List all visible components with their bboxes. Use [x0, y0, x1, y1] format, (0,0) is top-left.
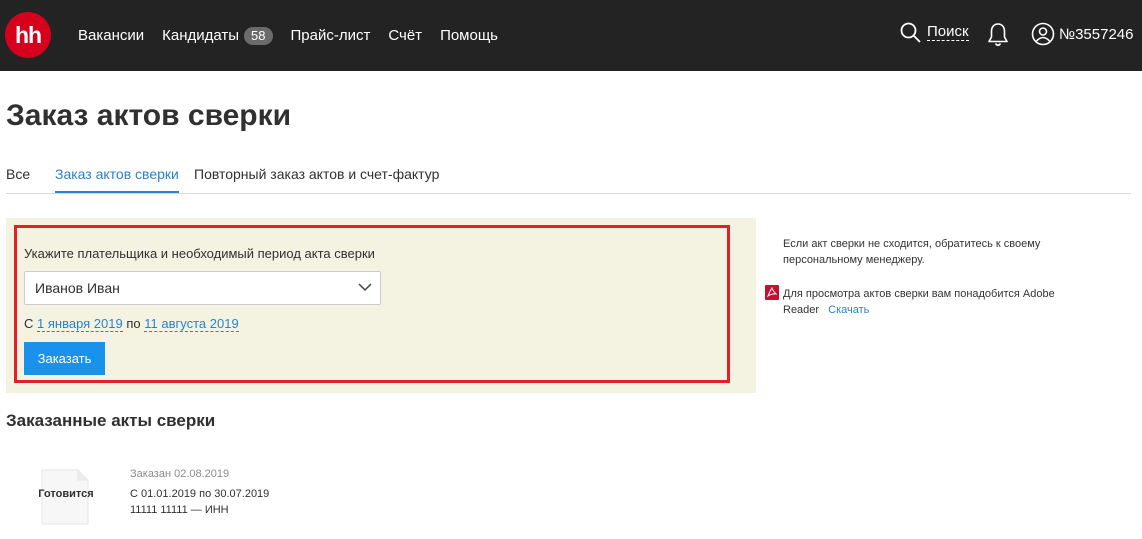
nav-price-list[interactable]: Прайс-лист — [291, 27, 371, 44]
ordered-acts-title: Заказанные акты сверки — [6, 411, 216, 430]
account-number: №3557246 — [1059, 25, 1134, 43]
tab-order-acts[interactable]: Заказ актов сверки — [55, 166, 179, 193]
order-button[interactable]: Заказать — [24, 342, 105, 375]
payer-select-value: Иванов Иван — [35, 280, 120, 296]
search-button[interactable]: Поиск — [900, 22, 969, 43]
nav-account-bill-label: Счёт — [388, 27, 423, 44]
payer-select[interactable]: Иванов Иван — [24, 271, 381, 305]
candidates-count-badge: 58 — [244, 26, 273, 45]
nav-help[interactable]: Помощь — [440, 27, 498, 44]
tabs-bar: Все Заказ актов сверки Повторный заказ а… — [6, 163, 1131, 194]
act-status: Готовится — [38, 488, 94, 500]
order-form-label: Укажите плательщика и необходимый период… — [24, 246, 375, 261]
manager-hint: Если акт сверки не сходится, обратитесь … — [783, 238, 1041, 266]
nav-price-list-label: Прайс-лист — [290, 27, 371, 44]
act-ordered-date: Заказан 02.08.2019 — [130, 468, 230, 480]
adobe-reader-text: Для просмотра актов сверки вам понадобит… — [783, 288, 1055, 316]
account-menu[interactable]: №3557246 — [1031, 22, 1134, 46]
hh-logo[interactable]: hh — [5, 12, 51, 58]
user-icon — [1031, 22, 1055, 46]
act-period: С 01.01.2019 по 30.07.2019 — [130, 488, 270, 500]
chevron-down-icon — [358, 283, 372, 292]
from-date-link[interactable]: 1 января 2019 — [37, 316, 123, 332]
nav-help-label: Помощь — [440, 27, 498, 44]
bell-icon[interactable] — [986, 22, 1010, 48]
nav-candidates[interactable]: Кандидаты 58 — [162, 26, 273, 45]
to-date-link[interactable]: 11 августа 2019 — [144, 316, 239, 332]
main-nav: Вакансии Кандидаты 58 Прайс-лист Счёт По… — [78, 0, 516, 71]
nav-vacancies[interactable]: Вакансии — [78, 27, 144, 44]
page-title: Заказ актов сверки — [6, 99, 292, 132]
download-link[interactable]: Скачать — [828, 304, 869, 316]
order-panel: Укажите плательщика и необходимый период… — [6, 218, 756, 393]
search-label: Поиск — [927, 23, 969, 41]
top-header: hh Вакансии Кандидаты 58 Прайс-лист Счёт… — [0, 0, 1142, 71]
act-inn: 11111 11111 — ИНН — [130, 504, 229, 516]
pdf-icon — [765, 285, 779, 300]
period-to-prefix: по — [126, 316, 141, 331]
search-icon — [900, 22, 921, 43]
period-selector: С 1 января 2019 по 11 августа 2019 — [24, 316, 239, 332]
nav-account-bill[interactable]: Счёт — [388, 27, 422, 44]
period-from-prefix: С — [24, 316, 34, 331]
nav-vacancies-label: Вакансии — [78, 27, 145, 44]
adobe-reader-hint: Для просмотра актов сверки вам понадобит… — [783, 286, 1073, 318]
tab-all[interactable]: Все — [6, 166, 30, 182]
tab-reorder-acts-invoices[interactable]: Повторный заказ актов и счет-фактур — [194, 166, 439, 182]
nav-candidates-label: Кандидаты — [162, 27, 240, 44]
